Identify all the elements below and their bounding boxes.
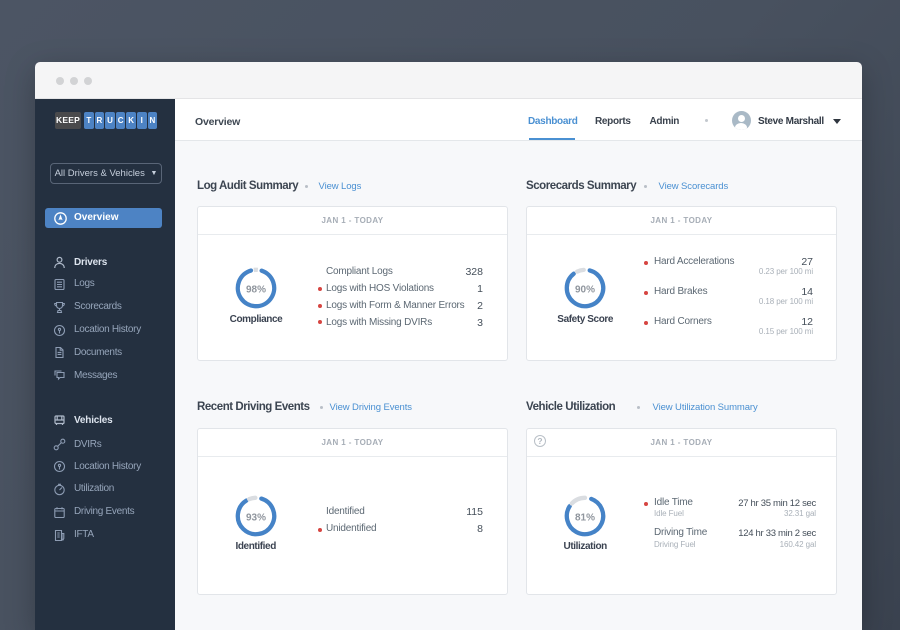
svg-text:90%: 90%	[575, 284, 595, 295]
svg-text:81%: 81%	[575, 512, 595, 523]
svg-text:98%: 98%	[245, 284, 265, 295]
svg-text:93%: 93%	[246, 512, 266, 523]
